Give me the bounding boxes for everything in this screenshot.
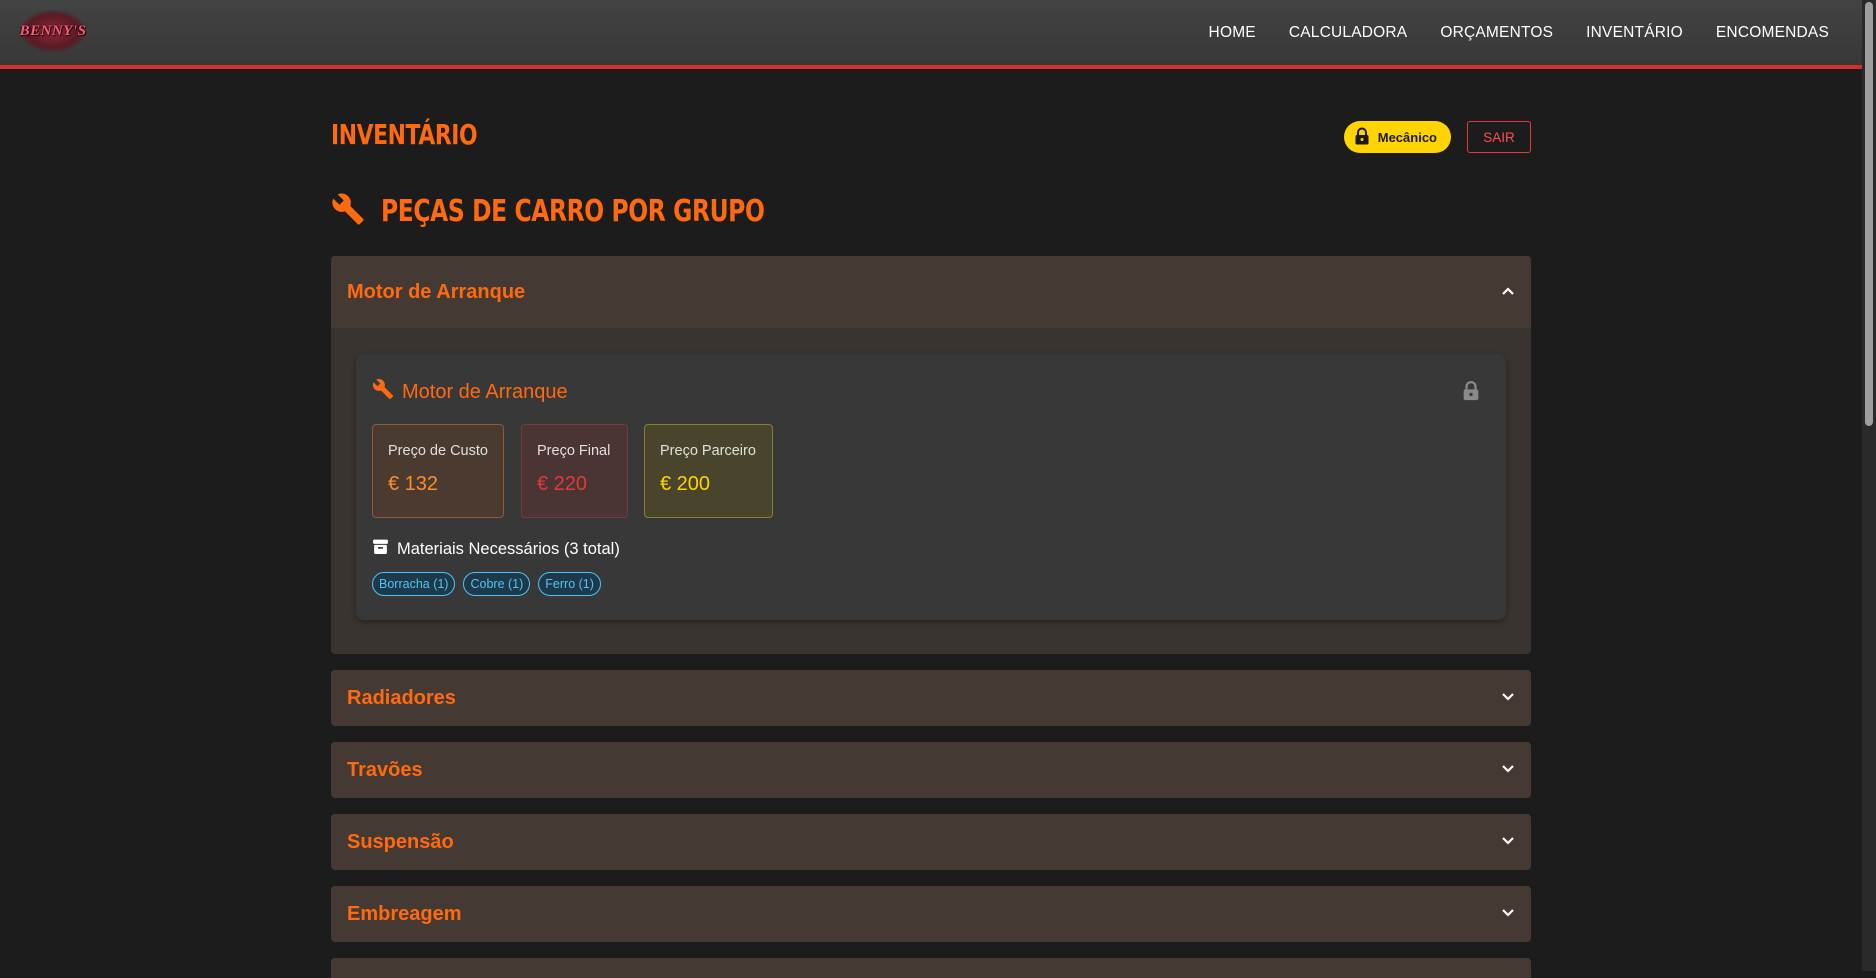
group-header-travoes[interactable]: Travões (331, 742, 1531, 798)
group-label: Travões (347, 758, 423, 781)
nav-inventario[interactable]: INVENTÁRIO (1586, 24, 1683, 42)
group-header-suspensao[interactable]: Suspensão (331, 814, 1531, 870)
partner-price-box: Preço Parceiro € 200 (644, 424, 773, 518)
materials-header: Materiais Necessários (3 total) (372, 538, 620, 560)
section-title: PEÇAS DE CARRO POR GRUPO (381, 194, 765, 229)
group-label: Motor de Arranque (347, 280, 526, 303)
cost-price-label: Preço de Custo (388, 443, 488, 459)
material-chip: Ferro (1) (538, 572, 601, 596)
part-card: Motor de Arranque Preço de Custo € 132 P… (356, 354, 1506, 620)
partner-price-value: € 200 (660, 473, 711, 495)
group-label: Suspensão (347, 830, 454, 853)
title-row: INVENTÁRIO Mecânico SAIR (331, 100, 1531, 175)
role-badge-label: Mecânico (1377, 129, 1437, 145)
wrench-icon (372, 378, 394, 406)
page-scrollbar[interactable] (1862, 0, 1876, 971)
role-badge[interactable]: Mecânico (1343, 121, 1451, 153)
chevron-down-icon (1501, 833, 1515, 851)
group-header-motor-de-arranque[interactable]: Motor de Arranque (331, 256, 1531, 328)
lock-icon[interactable] (1462, 380, 1480, 406)
logout-button[interactable]: SAIR (1467, 121, 1531, 153)
main-content: INVENTÁRIO Mecânico SAIR PEÇAS DE CARRO … (331, 100, 1531, 978)
chevron-down-icon (1501, 905, 1515, 923)
chevron-up-icon (1501, 283, 1515, 301)
materials-title: Materiais Necessários (3 total) (397, 539, 620, 558)
nav-home[interactable]: HOME (1209, 24, 1256, 42)
part-name: Motor de Arranque (402, 380, 568, 403)
final-price-box: Preço Final € 220 (521, 424, 628, 518)
group-header-partial[interactable] (331, 958, 1531, 978)
final-price-label: Preço Final (537, 443, 611, 459)
group-label: Radiadores (347, 686, 456, 709)
part-title: Motor de Arranque (372, 378, 568, 406)
group-accordion-open: Motor de Arranque Motor de Arranque Preç… (331, 256, 1531, 654)
final-price-value: € 220 (537, 473, 588, 495)
chevron-down-icon (1501, 689, 1515, 707)
chevron-down-icon (1501, 761, 1515, 779)
logo-text: BENNY'S (19, 22, 87, 39)
material-chip: Cobre (1) (463, 572, 531, 596)
partner-price-label: Preço Parceiro (660, 443, 756, 459)
group-label: Embreagem (347, 902, 462, 925)
wrench-icon (331, 192, 365, 231)
nav-calculadora[interactable]: CALCULADORA (1289, 24, 1407, 42)
cost-price-value: € 132 (388, 473, 439, 495)
main-nav: HOME CALCULADORA ORÇAMENTOS INVENTÁRIO E… (1209, 0, 1829, 65)
archive-box-icon (372, 538, 389, 560)
scrollbar-thumb[interactable] (1865, 2, 1873, 426)
nav-encomendas[interactable]: ENCOMENDAS (1716, 24, 1829, 42)
materials-list: Borracha (1) Cobre (1) Ferro (1) (372, 572, 601, 596)
group-header-embreagem[interactable]: Embreagem (331, 886, 1531, 942)
lock-icon (1354, 127, 1370, 148)
bennys-logo[interactable]: BENNY'S (20, 10, 86, 52)
page-title: INVENTÁRIO (331, 118, 478, 151)
group-header-radiadores[interactable]: Radiadores (331, 670, 1531, 726)
material-chip: Borracha (1) (372, 572, 456, 596)
top-navbar: BENNY'S HOME CALCULADORA ORÇAMENTOS INVE… (0, 0, 1862, 69)
cost-price-box: Preço de Custo € 132 (372, 424, 504, 518)
nav-orcamentos[interactable]: ORÇAMENTOS (1440, 24, 1553, 42)
section-header: PEÇAS DE CARRO POR GRUPO (331, 192, 873, 231)
